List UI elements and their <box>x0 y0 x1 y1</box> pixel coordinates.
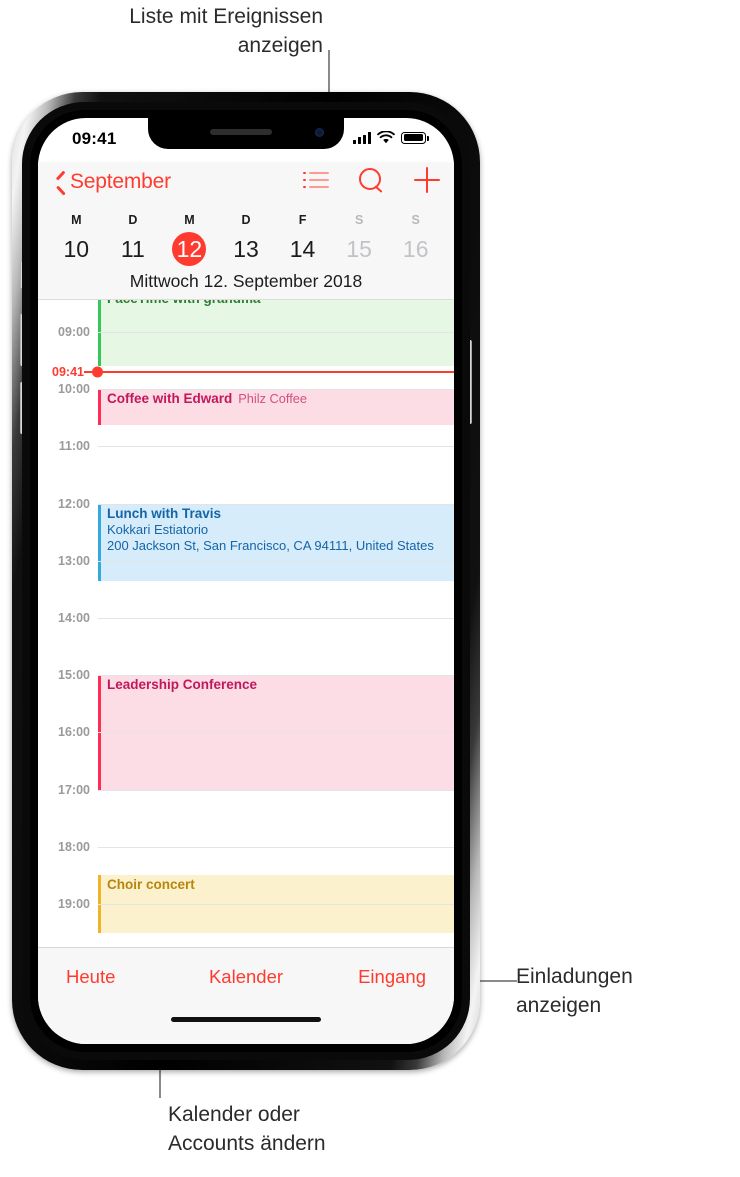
weekday-label: M <box>184 213 195 227</box>
earpiece-speaker <box>210 129 273 135</box>
event-location: Kokkari Estiatorio <box>107 521 209 537</box>
hour-gridline <box>98 446 454 448</box>
weekday-label: F <box>298 213 307 227</box>
calendar-event[interactable]: Lunch with Travis Kokkari Estiatorio 200 J… <box>98 503 454 581</box>
front-camera-icon <box>315 128 324 137</box>
hour-gridline <box>98 560 454 562</box>
hour-gridline <box>98 618 454 619</box>
navigation-bar: September <box>38 162 454 208</box>
current-time-line <box>98 371 454 373</box>
home-indicator[interactable] <box>171 1016 321 1022</box>
selected-day-pill: 12 <box>172 232 207 266</box>
weekday-label: S <box>411 213 420 227</box>
hour-gridline <box>98 503 454 505</box>
event-color-stripe <box>98 503 102 581</box>
hour-label: 11:00 <box>58 439 90 454</box>
hour-gridline <box>98 732 454 734</box>
callout-calendars: Kalender oder Accounts ändern <box>168 1103 326 1155</box>
device-bezel: 09:41 September M D M D F S S 10 11 12 1… <box>30 110 462 1052</box>
weekday-label: M <box>71 213 82 227</box>
week-days-row: 10 11 12 13 14 15 16 <box>48 232 444 266</box>
device-screen: 09:41 September M D M D F S S 10 11 12 1… <box>38 118 454 1044</box>
search-icon[interactable] <box>359 167 384 193</box>
iphone-device: 09:41 September M D M D F S S 10 11 12 1… <box>12 92 480 1070</box>
calendar-event[interactable]: FaceTime with grandma <box>98 300 454 367</box>
event-title: Coffee with Edward Philz Coffee <box>107 391 308 407</box>
bottom-toolbar: Heute Kalender Eingang <box>38 947 454 1044</box>
hour-label: 10:00 <box>58 382 90 397</box>
inbox-button[interactable]: Eingang <box>358 966 426 988</box>
navigation-actions <box>303 167 440 193</box>
event-body: Lunch with Travis Kokkari Estiatorio 200 J… <box>98 504 454 554</box>
hour-gridline <box>98 789 454 791</box>
weekday-label: D <box>241 213 251 227</box>
weekday-header-row: MDMDFSS <box>48 213 444 227</box>
hour-gridline <box>98 846 454 848</box>
add-event-icon[interactable] <box>414 167 440 193</box>
hour-gridline <box>98 904 454 905</box>
selected-day-title: Mittwoch 12. September 2018 <box>129 271 363 291</box>
hour-label: 12:00 <box>58 496 90 511</box>
day-timeline[interactable]: FaceTime with grandma Coffee with EdwardP… <box>38 300 454 947</box>
status-bar-indicators <box>353 131 429 144</box>
back-button-label: September <box>70 170 171 193</box>
event-body: Leadership Conference <box>98 675 454 693</box>
hour-label: 13:00 <box>58 553 90 568</box>
calendars-button[interactable]: Kalender <box>209 966 283 988</box>
list-view-icon[interactable] <box>303 171 329 190</box>
hour-label: 14:00 <box>58 611 90 625</box>
hour-label: 09:00 <box>58 325 90 339</box>
week-day-10[interactable]: 10 <box>48 232 105 266</box>
event-location: Philz Coffee <box>238 391 308 407</box>
event-title: Lunch with Travis <box>107 505 222 521</box>
device-inner-frame: 09:41 September M D M D F S S 10 11 12 1… <box>22 102 470 1060</box>
cellular-signal-icon <box>353 132 371 144</box>
hour-label: 16:00 <box>58 725 90 740</box>
hour-label: 15:00 <box>58 668 90 683</box>
hour-gridline <box>98 675 454 677</box>
event-body: Choir concert <box>98 875 454 893</box>
notch <box>148 118 344 149</box>
week-day-16[interactable]: 16 <box>387 232 444 266</box>
event-color-stripe <box>98 300 102 367</box>
hour-label: 19:00 <box>58 897 90 911</box>
week-day-14[interactable]: 14 <box>274 232 331 266</box>
screenshot-root: Liste mit Ereignissen anzeigen Einladung… <box>0 0 740 1177</box>
weekday-label: D <box>128 213 138 227</box>
calendar-event[interactable]: Coffee with Edward Philz Coffee <box>98 389 454 426</box>
wifi-icon <box>377 131 395 144</box>
event-title: Leadership Conference <box>107 677 258 693</box>
current-time-dot <box>92 366 103 378</box>
event-color-stripe <box>98 389 102 426</box>
week-day-15[interactable]: 15 <box>331 232 388 266</box>
event-body: Coffee with Edward Philz Coffee <box>98 389 454 407</box>
event-body: FaceTime with grandma <box>98 300 454 307</box>
week-day-11[interactable]: 11 <box>105 232 162 266</box>
week-day-13[interactable]: 13 <box>218 232 275 266</box>
battery-icon <box>401 131 429 144</box>
callout-inbox: Einladungen anzeigen <box>516 965 633 1017</box>
week-strip: M D M D F S S 10 11 12 13 14 15 16 Mittwoch 12. Sept… <box>38 208 454 300</box>
hour-label: 17:00 <box>58 782 90 797</box>
event-address: 200 Jackson St, San Francisco, CA 94111,… <box>107 537 434 553</box>
hour-label: 18:00 <box>58 839 90 854</box>
current-time-label: 09:41 <box>52 364 84 379</box>
hour-gridline <box>98 332 454 333</box>
chevron-left-icon <box>56 173 67 192</box>
week-day-12[interactable]: 12 <box>161 232 218 266</box>
today-button[interactable]: Heute <box>66 966 115 988</box>
status-bar-time: 09:41 <box>72 129 117 148</box>
callout-list-view: Liste mit Ereignissen anzeigen <box>129 5 323 57</box>
weekday-label: S <box>354 213 364 227</box>
event-title: Choir concert <box>107 877 195 893</box>
back-to-month-button[interactable]: September <box>56 170 171 194</box>
event-title: FaceTime with grandma <box>107 300 454 307</box>
hour-gridline <box>98 389 454 391</box>
